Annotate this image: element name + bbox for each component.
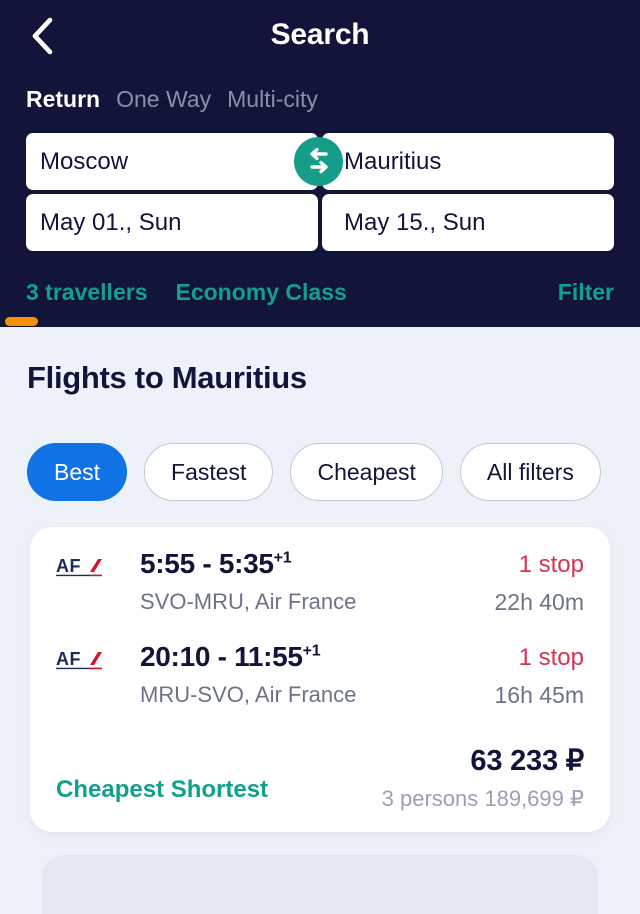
- svg-text:AF: AF: [56, 556, 81, 576]
- date-row: May 01., Sun May 15., Sun: [26, 194, 614, 251]
- leg-day-offset: +1: [273, 549, 292, 567]
- air-france-logo: AF: [56, 642, 118, 672]
- return-date-value: May 15., Sun: [344, 208, 486, 236]
- tab-return[interactable]: Return: [26, 86, 100, 113]
- origin-input[interactable]: Moscow: [26, 133, 318, 190]
- depart-date-input[interactable]: May 01., Sun: [26, 194, 318, 251]
- air-france-logo: AF: [56, 549, 118, 579]
- leg-duration: 22h 40m: [494, 589, 584, 615]
- next-result-card-peek: [42, 855, 598, 914]
- svg-text:AF: AF: [56, 649, 81, 669]
- leg-summary: 1 stop 16h 45m: [494, 642, 584, 709]
- card-footer: Cheapest Shortest 63 233 ₽ 3 persons 189…: [56, 735, 584, 812]
- results-heading: Flights to Mauritius: [27, 360, 307, 395]
- top-bar: Search: [0, 0, 640, 73]
- search-results-screen: Search Return One Way Multi-city Moscow …: [0, 0, 640, 914]
- loading-progress-indicator: [5, 317, 38, 326]
- origin-value: Moscow: [40, 147, 129, 175]
- price-per-group: 3 persons 189,699 ₽: [381, 786, 584, 811]
- price-block: 63 233 ₽ 3 persons 189,699 ₽: [381, 743, 585, 812]
- status-badge: Cheapest Shortest: [56, 776, 269, 803]
- leg-duration: 16h 45m: [494, 682, 584, 708]
- filter-button[interactable]: Filter: [558, 279, 614, 306]
- price-total: 63 233 ₽: [470, 745, 584, 777]
- trip-type-tabs: Return One Way Multi-city: [26, 86, 318, 113]
- leg-time-range: 5:55 - 5:35: [140, 548, 274, 579]
- chip-all-filters[interactable]: All filters: [459, 443, 601, 501]
- chip-cheapest[interactable]: Cheapest: [290, 443, 443, 501]
- destination-input[interactable]: Mauritius: [322, 133, 614, 190]
- search-options-row: 3 travellers Economy Class Filter: [26, 279, 614, 306]
- leg-times: 5:55 - 5:35+1: [140, 549, 494, 578]
- chip-best[interactable]: Best: [27, 443, 128, 501]
- leg-time-range: 20:10 - 11:55: [140, 641, 303, 672]
- depart-date-value: May 01., Sun: [40, 208, 182, 236]
- results-content: Flights to Mauritius Best Fastest Cheape…: [0, 327, 640, 914]
- leg-stops: 1 stop: [518, 551, 584, 578]
- flight-leg-return: AF 20:10 - 11:55+1 MRU-SVO, Air France 1…: [56, 642, 584, 709]
- return-date-input[interactable]: May 15., Sun: [322, 194, 614, 251]
- cabin-class-selector[interactable]: Economy Class: [175, 279, 346, 306]
- search-header: Search Return One Way Multi-city Moscow …: [0, 0, 640, 327]
- swap-locations-button[interactable]: [294, 137, 343, 186]
- leg-times: 20:10 - 11:55+1: [140, 642, 494, 671]
- leg-route: MRU-SVO, Air France: [140, 682, 357, 708]
- travellers-selector[interactable]: 3 travellers: [26, 279, 147, 306]
- leg-day-offset: +1: [302, 642, 321, 660]
- leg-route: SVO-MRU, Air France: [140, 589, 357, 615]
- tab-multi-city[interactable]: Multi-city: [227, 86, 318, 113]
- flight-leg-outbound: AF 5:55 - 5:35+1 SVO-MRU, Air France 1 s…: [56, 549, 584, 616]
- page-title: Search: [270, 18, 370, 51]
- leg-details: 20:10 - 11:55+1 MRU-SVO, Air France: [118, 642, 494, 708]
- search-form: Moscow Mauritius May 01., Sun May 15., S…: [26, 133, 614, 255]
- leg-summary: 1 stop 22h 40m: [494, 549, 584, 616]
- swap-arrows-icon: [304, 147, 334, 176]
- tab-one-way[interactable]: One Way: [116, 86, 211, 113]
- leg-stops: 1 stop: [518, 644, 584, 671]
- leg-details: 5:55 - 5:35+1 SVO-MRU, Air France: [118, 549, 494, 615]
- destination-value: Mauritius: [344, 147, 442, 175]
- chip-fastest[interactable]: Fastest: [144, 443, 274, 501]
- sort-filter-chips: Best Fastest Cheapest All filters: [27, 443, 601, 501]
- flight-result-card[interactable]: AF 5:55 - 5:35+1 SVO-MRU, Air France 1 s…: [30, 527, 610, 832]
